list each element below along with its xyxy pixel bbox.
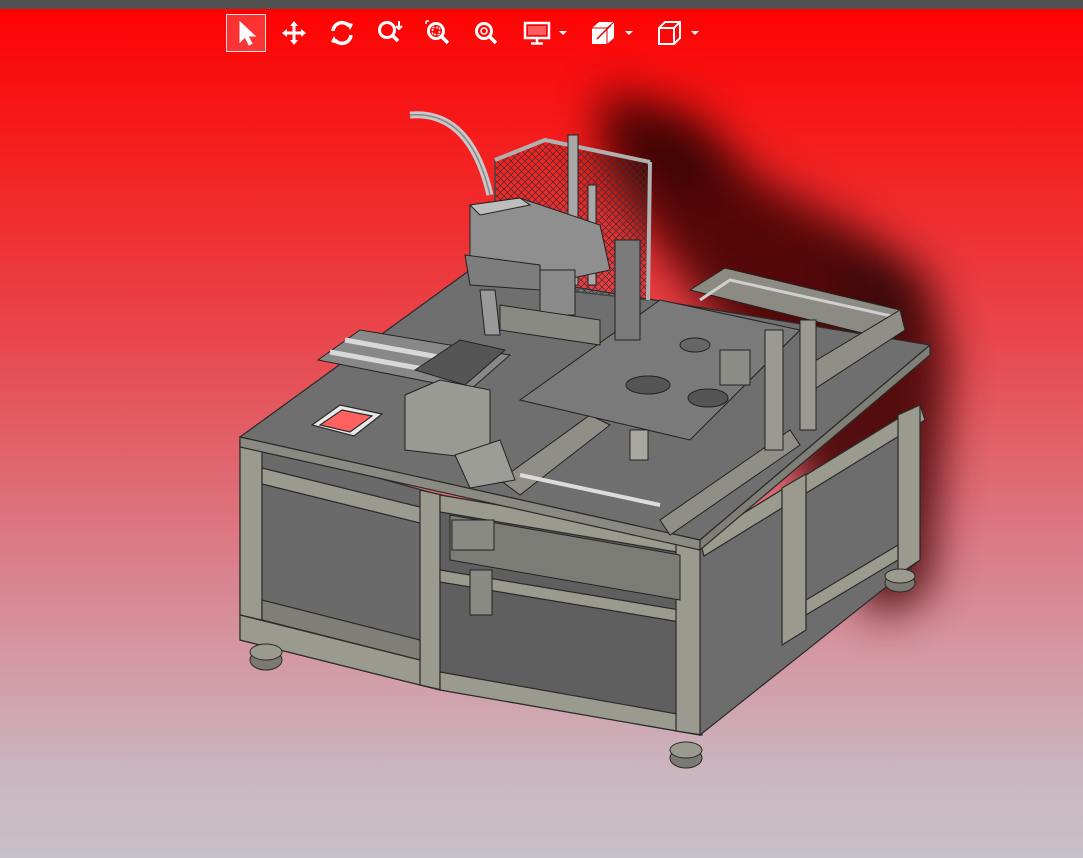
view-cube-dropdown[interactable] [646,14,704,52]
view-toolbar [226,13,712,53]
move-arrows-icon [282,21,306,45]
zoom-window-button[interactable] [418,14,458,52]
rotate-icon [331,20,353,46]
view-cube-icon [658,21,681,45]
display-mode-dropdown[interactable] [514,14,572,52]
chevron-down-icon [625,31,633,35]
zoom-fit-button[interactable] [466,14,506,52]
3d-viewport[interactable] [0,0,1083,858]
chevron-down-icon [559,31,567,35]
section-view-icon [592,21,615,44]
zoom-scroll-icon [378,21,403,43]
zoom-tool-button[interactable] [370,14,410,52]
3d-model-scene[interactable] [0,0,1083,858]
select-tool-button[interactable] [226,14,266,52]
zoom-window-icon [425,20,450,45]
section-view-dropdown[interactable] [580,14,638,52]
rotate-tool-button[interactable] [322,14,362,52]
zoom-fit-icon [475,22,498,45]
pan-tool-button[interactable] [274,14,314,52]
chevron-down-icon [691,31,699,35]
monitor-icon [523,21,551,45]
cursor-arrow-icon [239,20,257,46]
